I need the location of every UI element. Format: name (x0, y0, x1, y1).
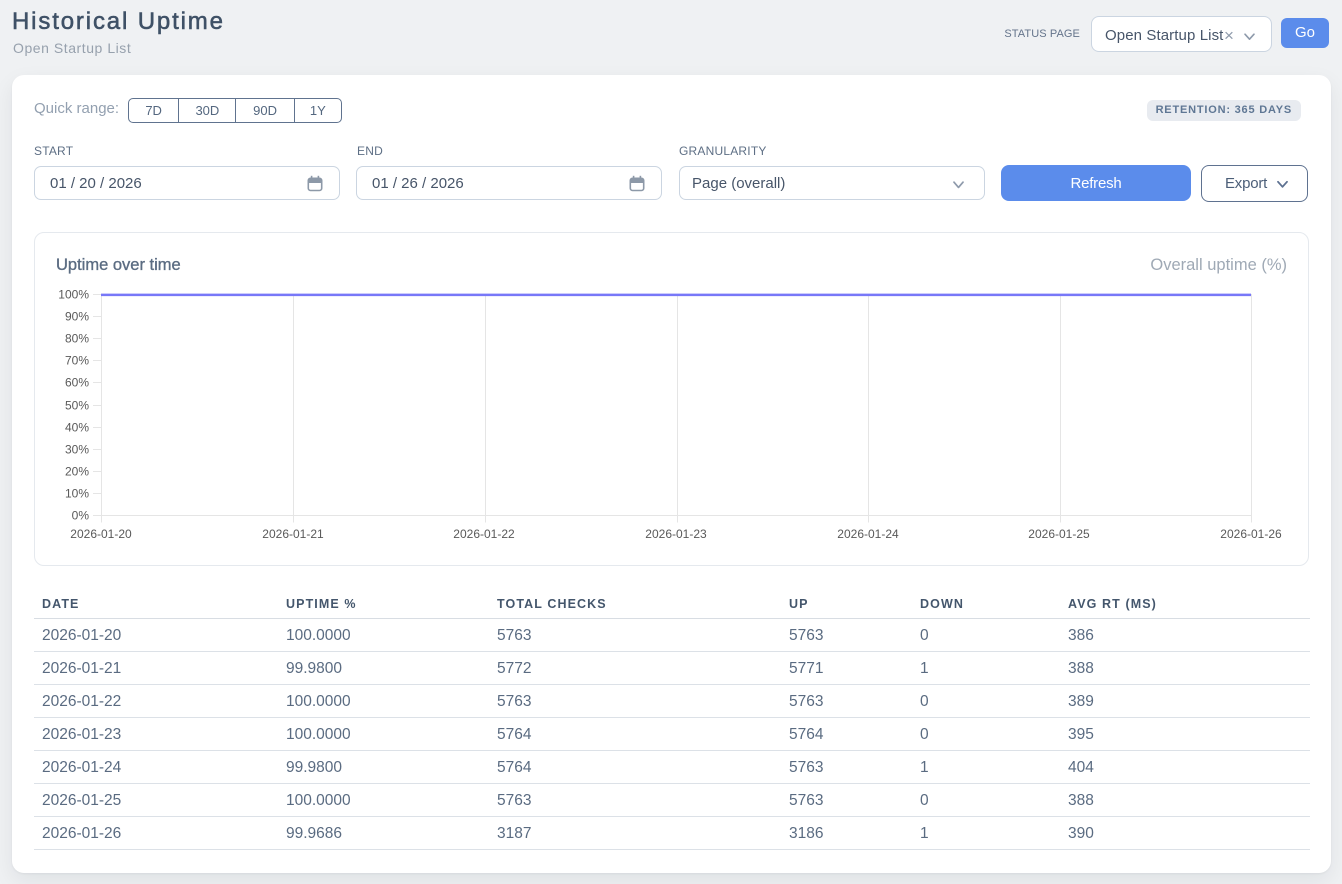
svg-text:2026-01-21: 2026-01-21 (262, 527, 324, 541)
svg-text:2026-01-25: 2026-01-25 (1028, 527, 1090, 541)
svg-text:60%: 60% (65, 376, 89, 390)
svg-text:10%: 10% (65, 487, 89, 501)
svg-text:80%: 80% (65, 332, 89, 346)
svg-text:100%: 100% (58, 288, 89, 302)
svg-text:2026-01-26: 2026-01-26 (1220, 527, 1282, 541)
svg-text:50%: 50% (65, 399, 89, 413)
svg-text:2026-01-23: 2026-01-23 (645, 527, 707, 541)
svg-text:2026-01-22: 2026-01-22 (453, 527, 515, 541)
svg-text:0%: 0% (72, 509, 90, 523)
svg-text:2026-01-20: 2026-01-20 (70, 527, 132, 541)
svg-text:90%: 90% (65, 310, 89, 324)
svg-text:40%: 40% (65, 421, 89, 435)
svg-text:70%: 70% (65, 354, 89, 368)
svg-text:2026-01-24: 2026-01-24 (837, 527, 899, 541)
svg-text:20%: 20% (65, 465, 89, 479)
svg-text:30%: 30% (65, 443, 89, 457)
